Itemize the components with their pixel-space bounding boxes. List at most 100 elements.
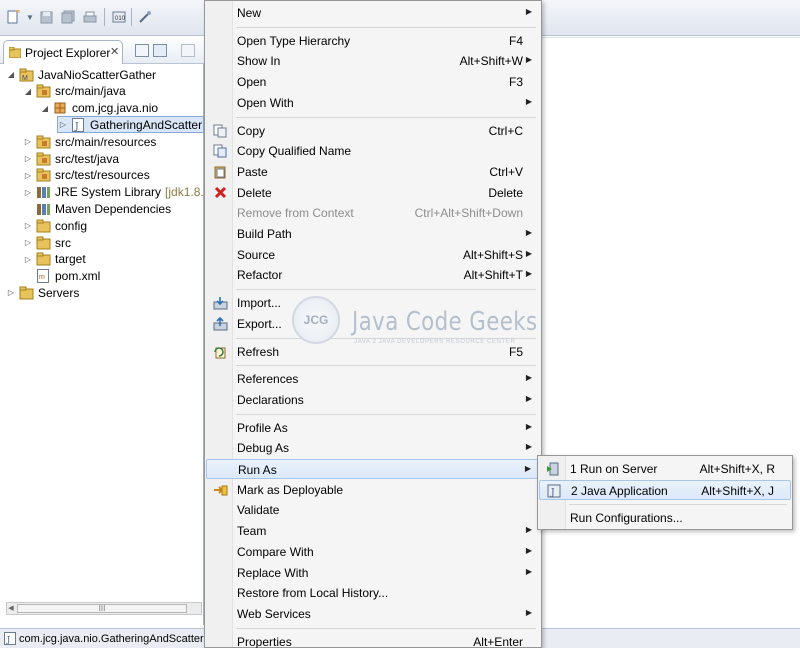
collapsed-arrow-icon[interactable]: ▷: [6, 288, 16, 297]
tree-item[interactable]: ▷ JRE System Library [jdk1.8.0_: [23, 184, 217, 201]
collapse-all-icon[interactable]: [135, 44, 149, 57]
expanded-arrow-icon[interactable]: ◢: [6, 70, 16, 79]
expanded-arrow-icon[interactable]: ◢: [23, 87, 33, 96]
menu-item-label: Declarations: [237, 392, 304, 407]
tree-item[interactable]: ▷ src/test/java: [23, 150, 119, 167]
submenu-item-1-run-on-server[interactable]: 1 Run on Server Alt+Shift+X, R: [539, 459, 791, 479]
print-icon[interactable]: [82, 9, 98, 25]
submenu-arrow-icon: ▶: [525, 525, 532, 535]
java-app-icon: J: [546, 483, 562, 499]
menu-item-declarations[interactable]: Declarations ▶: [206, 390, 541, 410]
menu-item-paste[interactable]: Paste Ctrl+V: [206, 162, 541, 182]
menu-item-label: Restore from Local History...: [237, 586, 389, 601]
menu-item-label: Remove from Context: [237, 206, 354, 221]
menu-item-run-as[interactable]: Run As ▶: [206, 459, 541, 479]
tree-item[interactable]: ◢ com.jcg.java.nio: [40, 100, 158, 117]
menu-item-label: Team: [237, 524, 267, 539]
menu-item-label: Refactor: [237, 268, 283, 283]
collapsed-arrow-icon[interactable]: ▷: [58, 120, 68, 129]
build-icon[interactable]: 010: [111, 9, 127, 25]
scroll-thumb[interactable]: III: [17, 604, 187, 613]
menu-item-mark-as-deployable[interactable]: Mark as Deployable: [206, 480, 541, 500]
menu-item-validate[interactable]: Validate: [206, 500, 541, 520]
save-icon[interactable]: [38, 9, 54, 25]
collapsed-arrow-icon[interactable]: ▷: [23, 188, 33, 197]
menu-item-properties[interactable]: Properties Alt+Enter: [206, 632, 541, 648]
menu-item-label: Import...: [237, 296, 282, 311]
tree-item[interactable]: ▷ config: [23, 217, 87, 234]
collapsed-arrow-icon[interactable]: ▷: [23, 171, 33, 180]
menu-item-profile-as[interactable]: Profile As ▶: [206, 418, 541, 438]
menu-item-new[interactable]: New ▶: [206, 3, 541, 23]
debug-tool-icon[interactable]: [137, 9, 153, 25]
menu-item-compare-with[interactable]: Compare With ▶: [206, 542, 541, 562]
tree-item[interactable]: ▷ Servers: [6, 284, 79, 301]
chevron-down-icon[interactable]: ▼: [22, 9, 38, 25]
menu-item-copy-qualified-name[interactable]: Copy Qualified Name: [206, 141, 541, 161]
menu-item-open[interactable]: Open F3: [206, 72, 541, 92]
svg-text:010: 010: [115, 16, 126, 22]
close-icon[interactable]: ✕: [110, 45, 119, 58]
menu-separator: [236, 365, 536, 367]
tree-item-label: src/main/resources: [55, 134, 157, 149]
menu-item-label: References: [237, 372, 299, 387]
menu-item-build-path[interactable]: Build Path ▶: [206, 224, 541, 244]
menu-item-refactor[interactable]: Refactor Alt+Shift+T ▶: [206, 265, 541, 285]
menu-item-web-services[interactable]: Web Services ▶: [206, 604, 541, 624]
refresh-icon: [212, 344, 228, 360]
tree-item[interactable]: Maven Dependencies: [23, 200, 171, 217]
tree-item[interactable]: ▷ src: [23, 234, 71, 251]
menu-item-label: Compare With: [237, 544, 314, 559]
menu-item-shortcut: Ctrl+Alt+Shift+Down: [414, 206, 523, 221]
menu-item-shortcut: Ctrl+C: [488, 123, 523, 138]
collapsed-arrow-icon[interactable]: ▷: [23, 154, 33, 163]
menu-item-delete[interactable]: Delete Delete: [206, 183, 541, 203]
tree-item-label: com.jcg.java.nio: [72, 101, 159, 116]
menu-item-copy[interactable]: Copy Ctrl+C: [206, 121, 541, 141]
tree-item-label: JRE System Library: [55, 185, 162, 200]
tab-project-explorer[interactable]: Project Explorer ✕: [3, 40, 123, 64]
copy-qualified-icon: [212, 143, 228, 159]
save-all-icon[interactable]: [60, 9, 76, 25]
tree-item[interactable]: m pom.xml: [23, 268, 100, 285]
tree-item[interactable]: ▷ src/main/resources: [23, 133, 156, 150]
horizontal-scrollbar[interactable]: ◀ III: [6, 602, 202, 615]
menu-separator: [236, 26, 536, 28]
menu-item-open-with[interactable]: Open With ▶: [206, 93, 541, 113]
tree-item[interactable]: ▷ src/test/resources: [23, 167, 150, 184]
menu-item-open-type-hierarchy[interactable]: Open Type Hierarchy F4: [206, 31, 541, 51]
link-with-editor-icon[interactable]: [153, 44, 167, 57]
menu-item-references[interactable]: References ▶: [206, 369, 541, 389]
tree-item[interactable]: ▷ J GatheringAndScatter: [57, 116, 204, 134]
svg-text:J: J: [550, 488, 555, 498]
source-folder-icon: [35, 151, 51, 167]
menu-item-debug-as[interactable]: Debug As ▶: [206, 438, 541, 458]
submenu-item-2-java-application[interactable]: J 2 Java Application Alt+Shift+X, J: [539, 480, 791, 500]
expanded-arrow-icon[interactable]: ◢: [40, 104, 50, 113]
library-icon: [35, 201, 51, 217]
menu-item-source[interactable]: Source Alt+Shift+S ▶: [206, 245, 541, 265]
tree-item[interactable]: ◢ M JavaNioScatterGather: [6, 66, 156, 83]
menu-separator: [236, 413, 536, 415]
menu-item-shortcut: Ctrl+V: [489, 164, 523, 179]
collapsed-arrow-icon[interactable]: ▷: [23, 238, 33, 247]
folder-icon: [35, 218, 51, 234]
tree-item[interactable]: ◢ src/main/java: [23, 83, 126, 100]
submenu-arrow-icon: ▶: [525, 96, 532, 106]
menu-item-show-in[interactable]: Show In Alt+Shift+W ▶: [206, 51, 541, 71]
jcg-logo: JCG: [292, 296, 340, 344]
menu-separator: [236, 627, 536, 629]
new-wizard-icon[interactable]: [5, 9, 21, 25]
menu-item-team[interactable]: Team ▶: [206, 521, 541, 541]
menu-item-remove-from-context: Remove from Context Ctrl+Alt+Shift+Down: [206, 203, 541, 223]
menu-item-label: Open Type Hierarchy: [237, 33, 351, 48]
view-menu-icon[interactable]: [181, 44, 195, 57]
collapsed-arrow-icon[interactable]: ▷: [23, 221, 33, 230]
scroll-left-arrow-icon[interactable]: ◀: [7, 603, 15, 614]
tree-item[interactable]: ▷ target: [23, 251, 86, 268]
collapsed-arrow-icon[interactable]: ▷: [23, 137, 33, 146]
submenu-item-run-configurations[interactable]: Run Configurations...: [539, 508, 791, 528]
menu-item-restore-from-local-history[interactable]: Restore from Local History...: [206, 583, 541, 603]
menu-item-replace-with[interactable]: Replace With ▶: [206, 563, 541, 583]
collapsed-arrow-icon[interactable]: ▷: [23, 255, 33, 264]
